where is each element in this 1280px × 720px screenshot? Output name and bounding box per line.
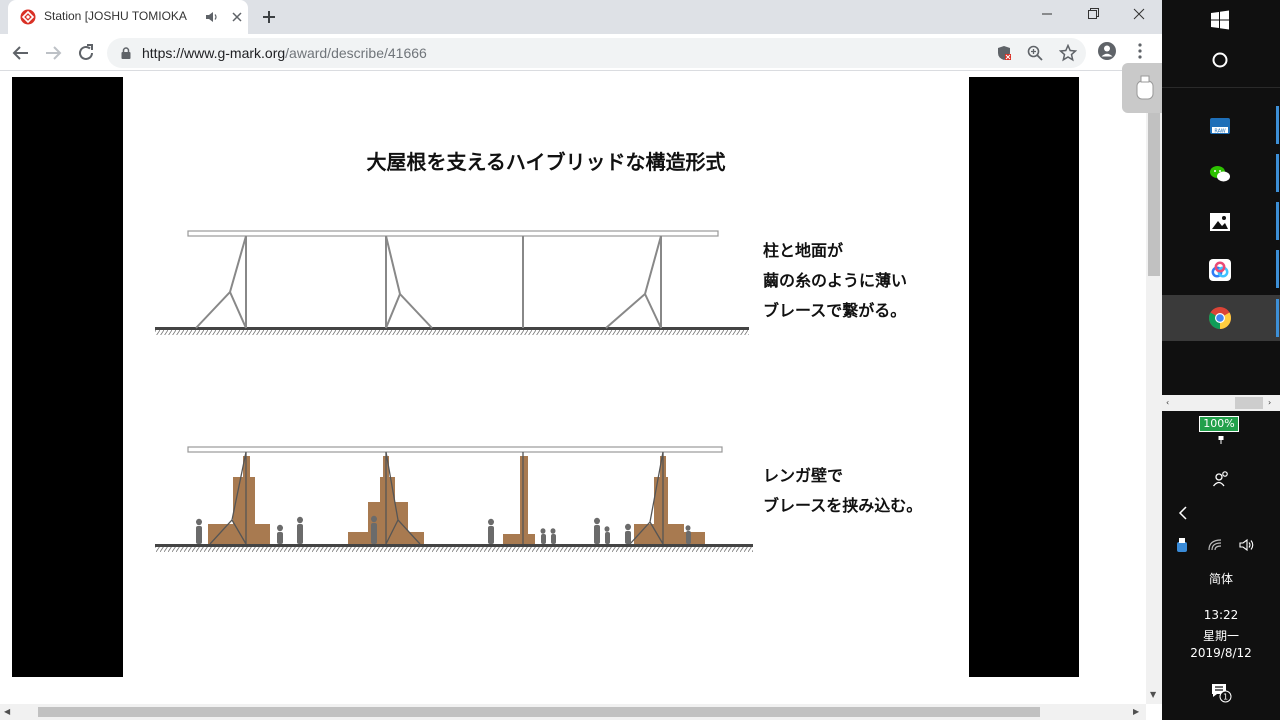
baidu-netdisk-icon[interactable] [1208, 258, 1232, 282]
tab-strip: Station [JOSHU TOMIOKA [0, 0, 1162, 34]
wifi-icon[interactable] [1208, 537, 1224, 553]
windows-taskbar: RAW ‹ › 100% 简体 13:22 星期一 2019/8/12 1 [1162, 0, 1280, 720]
taskbar-scrollbar[interactable]: ‹ › [1162, 395, 1280, 411]
taskbar-scroll-thumb[interactable] [1235, 397, 1263, 409]
caption-brace: 柱と地面が 繭の糸のように薄い ブレースで繋がる。 [763, 236, 907, 326]
scroll-right-icon[interactable]: ▶ [1133, 707, 1139, 716]
address-bar[interactable]: https://www.g-mark.org/award/describe/41… [107, 38, 1086, 68]
svg-text:RAW: RAW [1214, 128, 1225, 134]
cortana-search-icon[interactable] [1208, 48, 1232, 72]
usb-drive-icon [1136, 75, 1154, 100]
kebab-menu-icon[interactable] [1132, 42, 1148, 60]
caption-line: 繭の糸のように薄い [763, 271, 908, 290]
bookmark-star-icon[interactable] [1059, 44, 1077, 62]
caption-brick: レンガ壁で ブレースを挟み込む。 [763, 461, 922, 521]
page-viewport: 大屋根を支えるハイブリッドな構造形式 柱と地面が 繭の糸のように薄い ブレースで… [0, 72, 1146, 704]
raw-image-app-icon[interactable]: RAW [1208, 114, 1232, 138]
power-plug-icon [1218, 436, 1224, 444]
notification-count: 1 [1223, 693, 1228, 702]
battery-indicator[interactable]: 100% [1199, 416, 1239, 432]
audio-playing-icon[interactable] [204, 9, 220, 25]
diagram-bottom-brick-structure [155, 446, 753, 552]
chrome-icon[interactable] [1208, 306, 1232, 330]
scroll-left-icon[interactable]: ‹ [1166, 398, 1169, 407]
new-tab-icon[interactable] [260, 8, 278, 26]
profile-avatar-icon[interactable] [1097, 41, 1117, 61]
scroll-left-icon[interactable]: ◀ [4, 707, 10, 716]
running-indicator [1276, 299, 1279, 337]
running-indicator [1276, 154, 1279, 192]
vertical-scroll-thumb[interactable] [1148, 86, 1160, 276]
minimize-icon[interactable] [1024, 0, 1070, 30]
browser-tab[interactable]: Station [JOSHU TOMIOKA [8, 0, 248, 34]
structure-diagram [155, 230, 753, 552]
forward-arrow-icon[interactable] [40, 40, 66, 66]
caption-line: ブレースを挟み込む。 [763, 496, 923, 515]
g-mark-favicon-icon [20, 9, 36, 25]
show-hidden-icons-chevron-icon[interactable] [1176, 505, 1190, 521]
scroll-down-icon[interactable]: ▼ [1150, 690, 1156, 699]
url-path: /award/describe/41666 [285, 45, 427, 61]
back-arrow-icon[interactable] [8, 40, 34, 66]
action-center-icon[interactable]: 1 [1210, 681, 1232, 703]
reload-icon[interactable] [73, 40, 99, 66]
lock-icon[interactable] [119, 46, 133, 60]
tab-close-icon[interactable] [230, 10, 244, 24]
url-host: https://www.g-mark.org [142, 45, 286, 61]
photos-app-icon[interactable] [1208, 210, 1232, 234]
wechat-icon[interactable] [1208, 162, 1232, 186]
clock-date[interactable]: 2019/8/12 [1162, 646, 1280, 660]
scroll-right-icon[interactable]: › [1268, 398, 1271, 407]
horizontal-scrollbar[interactable]: ◀ ▶ [0, 704, 1146, 720]
running-indicator [1276, 106, 1279, 144]
taskbar-separator [1162, 87, 1280, 88]
windows-start-icon[interactable] [1208, 8, 1232, 32]
volume-icon[interactable] [1238, 537, 1256, 553]
diagram-top-brace-structure [155, 230, 749, 335]
people-icon[interactable] [1211, 469, 1231, 489]
caption-line: レンガ壁で [763, 466, 844, 485]
floating-side-tab[interactable] [1122, 63, 1162, 113]
clock-time[interactable]: 13:22 [1162, 608, 1280, 622]
usb-tray-icon[interactable] [1174, 537, 1190, 553]
browser-window: Station [JOSHU TOMIOKA https://www.g-mar… [0, 0, 1162, 720]
running-indicator [1276, 250, 1279, 288]
tab-title: Station [JOSHU TOMIOKA [44, 9, 187, 23]
url-text: https://www.g-mark.org/award/describe/41… [142, 45, 427, 61]
zoom-icon[interactable] [1027, 45, 1043, 61]
restore-icon[interactable] [1070, 0, 1116, 30]
browser-toolbar: https://www.g-mark.org/award/describe/41… [0, 34, 1162, 71]
input-language-indicator[interactable]: 简体 [1162, 570, 1280, 587]
horizontal-scroll-thumb[interactable] [38, 707, 1040, 717]
caption-line: 柱と地面が [763, 241, 844, 260]
blocked-content-icon[interactable] [996, 45, 1012, 61]
clock-weekday[interactable]: 星期一 [1162, 627, 1280, 644]
running-indicator [1276, 202, 1279, 240]
vertical-scrollbar[interactable]: ▲ ▼ [1146, 72, 1162, 704]
caption-line: ブレースで繋がる。 [763, 301, 907, 320]
window-close-icon[interactable] [1116, 0, 1162, 30]
